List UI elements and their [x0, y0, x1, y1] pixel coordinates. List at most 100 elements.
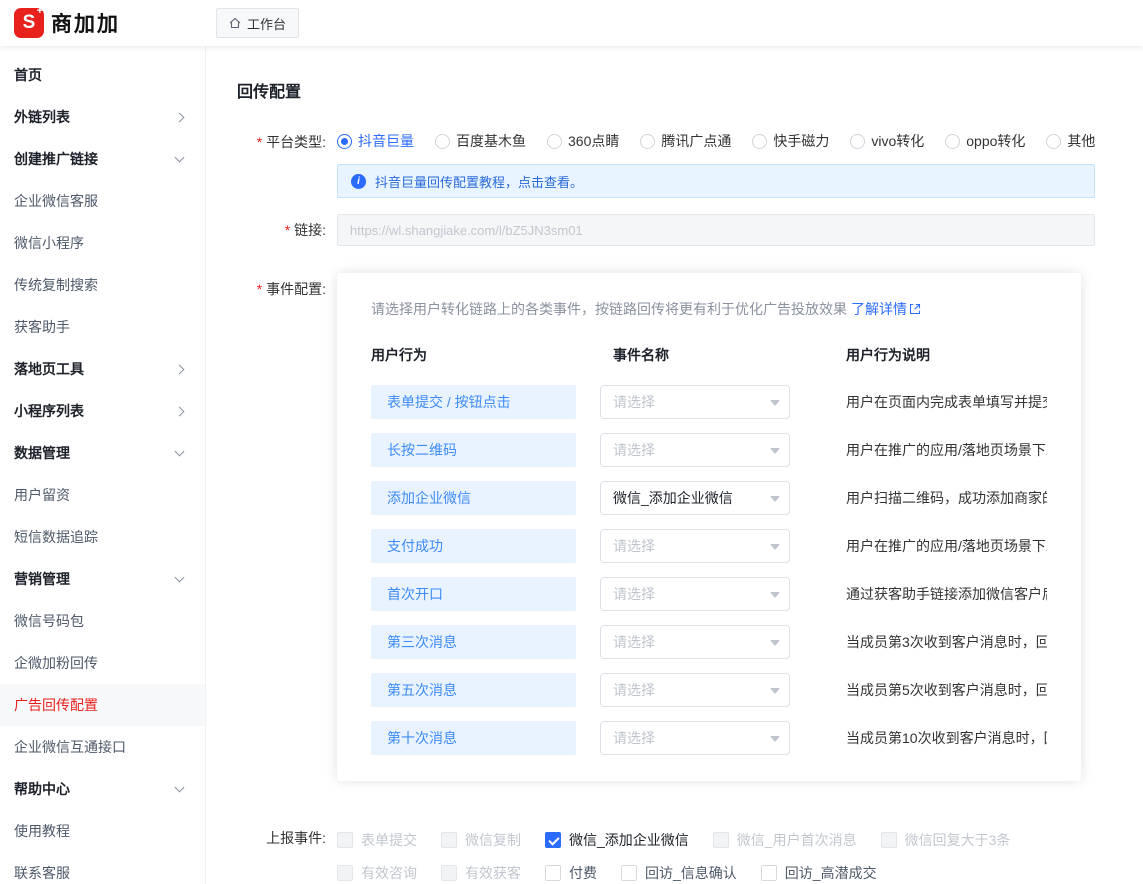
- radio-icon: [337, 134, 352, 149]
- link-input[interactable]: [337, 214, 1095, 246]
- radio-label: 腾讯广点通: [661, 131, 731, 151]
- tutorial-banner[interactable]: 抖音巨量回传配置教程，点击查看。: [337, 164, 1095, 198]
- sidebar-item-label: 企业微信客服: [14, 191, 98, 211]
- radio-other[interactable]: 其他: [1046, 131, 1095, 151]
- radio-icon: [547, 134, 562, 149]
- sidebar-item-home[interactable]: 首页: [0, 54, 205, 96]
- event-row: 添加企业微信 微信_添加企业微信 用户扫描二维码，成功添加商家的企业微信: [371, 481, 1047, 515]
- behavior-long-press-qrcode[interactable]: 长按二维码: [371, 433, 576, 467]
- behavior-first-message[interactable]: 首次开口: [371, 577, 576, 611]
- sidebar-item-label: 小程序列表: [14, 401, 84, 421]
- sidebar-item-wecom-customer-service[interactable]: 企业微信客服: [0, 180, 205, 222]
- sidebar-item-label: 落地页工具: [14, 359, 84, 379]
- column-event-name: 事件名称: [600, 345, 846, 365]
- event-select[interactable]: 请选择: [600, 721, 790, 755]
- sidebar-item-data-management[interactable]: 数据管理: [0, 432, 205, 474]
- checkbox-icon: [761, 865, 777, 881]
- chevron-down-icon: [175, 783, 185, 793]
- sidebar-item-wecom-fan-callback[interactable]: 企微加粉回传: [0, 642, 205, 684]
- sidebar-item-label: 用户留资: [14, 485, 70, 505]
- sidebar-item-external-link-list[interactable]: 外链列表: [0, 96, 205, 138]
- behavior-form-submit-button-click[interactable]: 表单提交 / 按钮点击: [371, 385, 576, 419]
- checkbox-icon: [441, 832, 457, 848]
- sidebar-item-label: 首页: [14, 65, 42, 85]
- cb-revisit-info-confirm[interactable]: 回访_信息确认: [621, 863, 737, 883]
- sidebar-item-label: 联系客服: [14, 863, 70, 883]
- caret-down-icon: [770, 688, 780, 694]
- sidebar-item-label: 数据管理: [14, 443, 70, 463]
- sidebar-item-sms-data-tracking[interactable]: 短信数据追踪: [0, 516, 205, 558]
- radio-tencent-guangdiantong[interactable]: 腾讯广点通: [640, 131, 731, 151]
- chevron-right-icon: [175, 112, 185, 122]
- sidebar-item-marketing-management[interactable]: 营销管理: [0, 558, 205, 600]
- sidebar-item-label: 企微加粉回传: [14, 653, 98, 673]
- top-bar: S + 商加加 工作台: [0, 0, 1143, 46]
- radio-icon: [752, 134, 767, 149]
- behavior-desc: 当成员第10次收到客户消息时，回调此事...: [846, 728, 1047, 748]
- cb-wechat-first-user-message[interactable]: 微信_用户首次消息: [713, 830, 857, 850]
- radio-label: 快手磁力: [773, 131, 829, 151]
- platform-type-row: 平台类型: 抖音巨量 百度基木鱼 360点睛 腾讯广点通 快手磁力 vivo转化…: [237, 126, 1105, 198]
- cb-payment[interactable]: 付费: [545, 863, 597, 883]
- behavior-third-message[interactable]: 第三次消息: [371, 625, 576, 659]
- radio-douyin-juliang[interactable]: 抖音巨量: [337, 131, 414, 151]
- sidebar-item-landing-page-tools[interactable]: 落地页工具: [0, 348, 205, 390]
- behavior-payment-success[interactable]: 支付成功: [371, 529, 576, 563]
- event-table-header: 用户行为 事件名称 用户行为说明: [371, 345, 1047, 365]
- chevron-down-icon: [175, 153, 185, 163]
- behavior-add-wecom[interactable]: 添加企业微信: [371, 481, 576, 515]
- cb-revisit-high-intent-deal[interactable]: 回访_高潜成交: [761, 863, 877, 883]
- sidebar: 首页 外链列表 创建推广链接 企业微信客服 微信小程序 传统复制搜索 获客助手 …: [0, 46, 206, 884]
- cb-wechat-add-wecom[interactable]: 微信_添加企业微信: [545, 830, 689, 850]
- event-select[interactable]: 请选择: [600, 577, 790, 611]
- checkbox-icon: [441, 865, 457, 881]
- radio-360-dianjing[interactable]: 360点睛: [547, 131, 619, 151]
- radio-kuaishou-cili[interactable]: 快手磁力: [752, 131, 829, 151]
- radio-label: 百度基木鱼: [456, 131, 526, 151]
- radio-icon: [850, 134, 865, 149]
- event-select[interactable]: 请选择: [600, 385, 790, 419]
- cb-valid-consult[interactable]: 有效咨询: [337, 863, 417, 883]
- caret-down-icon: [770, 640, 780, 646]
- tab-workbench[interactable]: 工作台: [216, 8, 299, 38]
- sidebar-item-contact-support[interactable]: 联系客服: [0, 852, 205, 884]
- sidebar-item-wecom-interop-api[interactable]: 企业微信互通接口: [0, 726, 205, 768]
- behavior-fifth-message[interactable]: 第五次消息: [371, 673, 576, 707]
- event-select[interactable]: 请选择: [600, 433, 790, 467]
- cb-form-submit[interactable]: 表单提交: [337, 830, 417, 850]
- learn-more-link[interactable]: 了解详情: [851, 301, 907, 317]
- sidebar-item-ad-callback-config[interactable]: 广告回传配置: [0, 684, 205, 726]
- radio-icon: [435, 134, 450, 149]
- event-select[interactable]: 请选择: [600, 673, 790, 707]
- sidebar-item-create-promo-link[interactable]: 创建推广链接: [0, 138, 205, 180]
- event-select[interactable]: 请选择: [600, 529, 790, 563]
- sidebar-item-copy-search[interactable]: 传统复制搜索: [0, 264, 205, 306]
- radio-baidu-jimuyu[interactable]: 百度基木鱼: [435, 131, 526, 151]
- event-select-value: 微信_添加企业微信: [613, 488, 733, 508]
- behavior-tenth-message[interactable]: 第十次消息: [371, 721, 576, 755]
- brand-logo-icon: S +: [14, 8, 44, 38]
- sidebar-item-tutorial[interactable]: 使用教程: [0, 810, 205, 852]
- cb-wechat-replies-gt-3[interactable]: 微信回复大于3条: [881, 830, 1011, 850]
- behavior-desc: 当成员第5次收到客户消息时，回调此事...: [846, 680, 1047, 700]
- checkbox-label: 有效咨询: [361, 863, 417, 883]
- cb-wechat-copy[interactable]: 微信复制: [441, 830, 521, 850]
- event-select[interactable]: 微信_添加企业微信: [600, 481, 790, 515]
- tutorial-banner-text[interactable]: 抖音巨量回传配置教程，点击查看。: [375, 172, 583, 191]
- link-label: 链接:: [237, 214, 337, 246]
- radio-vivo-conversion[interactable]: vivo转化: [850, 131, 924, 151]
- sidebar-item-customer-assistant[interactable]: 获客助手: [0, 306, 205, 348]
- event-config-hint-text: 请选择用户转化链路上的各类事件，按链路回传将更有利于优化广告投放效果: [371, 301, 847, 317]
- sidebar-item-user-leads[interactable]: 用户留资: [0, 474, 205, 516]
- event-config-card: 请选择用户转化链路上的各类事件，按链路回传将更有利于优化广告投放效果了解详情 用…: [337, 273, 1081, 781]
- event-select[interactable]: 请选择: [600, 625, 790, 659]
- sidebar-item-miniprogram-list[interactable]: 小程序列表: [0, 390, 205, 432]
- event-select-value: 请选择: [613, 584, 655, 604]
- cb-valid-acquisition[interactable]: 有效获客: [441, 863, 521, 883]
- sidebar-item-wechat-number-pack[interactable]: 微信号码包: [0, 600, 205, 642]
- radio-oppo-conversion[interactable]: oppo转化: [945, 131, 1025, 151]
- main-content: 回传配置 平台类型: 抖音巨量 百度基木鱼 360点睛 腾讯广点通 快手磁力 v…: [206, 46, 1143, 884]
- sidebar-item-help-center[interactable]: 帮助中心: [0, 768, 205, 810]
- sidebar-item-wechat-miniprogram[interactable]: 微信小程序: [0, 222, 205, 264]
- checkbox-icon: [545, 832, 561, 848]
